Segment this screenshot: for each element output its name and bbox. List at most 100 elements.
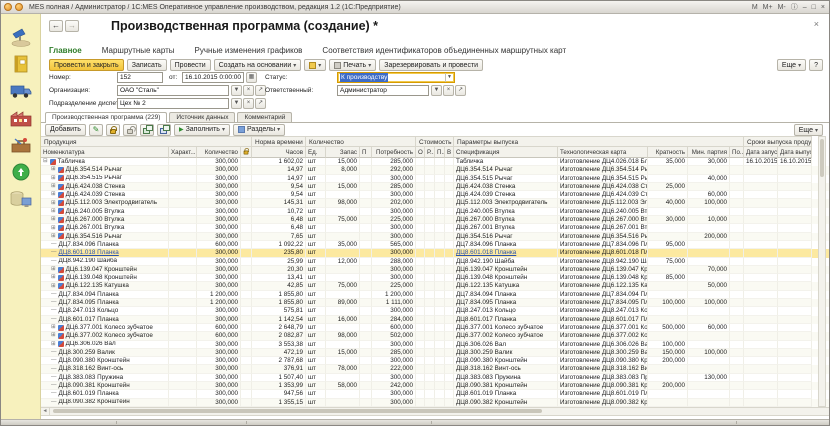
- column-header-spec[interactable]: Спецификация: [454, 147, 558, 158]
- cell-tech[interactable]: Изготовление ДЦ6.267.001 Втулка: [558, 224, 648, 232]
- cell-stock[interactable]: [326, 191, 360, 199]
- scale-m-plus-button[interactable]: M+: [763, 4, 773, 11]
- cell-minb[interactable]: 30,000: [688, 158, 730, 166]
- cell-po[interactable]: [730, 282, 744, 290]
- cell-hours[interactable]: 235,80: [252, 249, 306, 257]
- cell-charact[interactable]: [169, 199, 197, 207]
- cell-launch[interactable]: [744, 191, 778, 199]
- cell-unit[interactable]: шт: [306, 175, 326, 183]
- cell-qty[interactable]: 600,000: [197, 241, 241, 249]
- cell-p[interactable]: [360, 199, 372, 207]
- tree-toggle-icon[interactable]: ⊞: [51, 175, 56, 182]
- cell-demand[interactable]: 202,000: [372, 199, 416, 207]
- cell-po[interactable]: [730, 166, 744, 174]
- cell-cost_v[interactable]: [445, 316, 454, 324]
- cell-lock[interactable]: [241, 191, 252, 199]
- cell-minb[interactable]: [688, 166, 730, 174]
- cell-demand[interactable]: 300,000: [372, 266, 416, 274]
- cell-launch[interactable]: [744, 282, 778, 290]
- cell-qty[interactable]: 300,000: [197, 158, 241, 166]
- back-button[interactable]: ←: [49, 20, 63, 32]
- column-header-tech[interactable]: Технологическая карта: [558, 147, 648, 158]
- table-row[interactable]: ⊞ДЦ6.122.135 Катушка300,00042,85шт75,000…: [41, 282, 829, 290]
- cell-stock[interactable]: 15,000: [326, 349, 360, 357]
- cell-launch[interactable]: [744, 382, 778, 390]
- cell-qty[interactable]: 300,000: [197, 390, 241, 398]
- cell-cost_o[interactable]: [416, 349, 425, 357]
- table-row[interactable]: —ДЦ8.601.018 Планка300,000235,80шт300,00…: [41, 249, 829, 257]
- cell-release[interactable]: [778, 183, 812, 191]
- tree-toggle-icon[interactable]: ⊞: [51, 341, 56, 348]
- print-button[interactable]: Печать▾: [329, 59, 376, 71]
- cell-cost_o[interactable]: [416, 175, 425, 183]
- cell-cost_o[interactable]: [416, 324, 425, 332]
- cell-hours[interactable]: 10,72: [252, 208, 306, 216]
- cell-cost_o[interactable]: [416, 291, 425, 299]
- cell-spec[interactable]: ДЦ8.601.019 Планка: [454, 390, 558, 398]
- cell-po[interactable]: [730, 382, 744, 390]
- cell-cost_r[interactable]: [425, 274, 435, 282]
- cell-lock[interactable]: [241, 199, 252, 207]
- status-field[interactable]: К производству▼: [337, 72, 455, 83]
- table-row[interactable]: ⊞ДЦ6.424.039 Стенка300,0009,54шт300,000Д…: [41, 191, 829, 199]
- more-button-table[interactable]: Еще▾: [794, 124, 823, 136]
- cell-mult[interactable]: [648, 249, 688, 257]
- cell-cost_o[interactable]: [416, 282, 425, 290]
- cell-name[interactable]: —ДЦ8.300.259 Валик: [41, 349, 169, 357]
- cell-hours[interactable]: 1 602,02: [252, 158, 306, 166]
- cell-cost_v[interactable]: [445, 175, 454, 183]
- cell-launch[interactable]: [744, 307, 778, 315]
- cell-cost_r[interactable]: [425, 357, 435, 365]
- cell-p[interactable]: [360, 274, 372, 282]
- cell-name[interactable]: ⊞ДЦ6.267.000 Втулка: [41, 216, 169, 224]
- cell-mult[interactable]: [648, 282, 688, 290]
- cell-po[interactable]: [730, 191, 744, 199]
- cell-hours[interactable]: 9,54: [252, 191, 306, 199]
- table-row[interactable]: ⊞ДЦ6.424.038 Стенка300,0009,54шт15,00028…: [41, 183, 829, 191]
- cell-hours[interactable]: 472,19: [252, 349, 306, 357]
- main-menu-icon[interactable]: [4, 3, 12, 11]
- cell-minb[interactable]: [688, 365, 730, 373]
- cell-name[interactable]: —ДЦ8.383.083 Пружина: [41, 374, 169, 382]
- cell-qty[interactable]: 300,000: [197, 316, 241, 324]
- cell-mult[interactable]: 40,000: [648, 199, 688, 207]
- cell-launch[interactable]: [744, 175, 778, 183]
- cell-po[interactable]: [730, 274, 744, 282]
- cell-cost_r[interactable]: [425, 216, 435, 224]
- cell-mult[interactable]: 30,000: [648, 216, 688, 224]
- cell-mult[interactable]: 35,000: [648, 158, 688, 166]
- cell-charact[interactable]: [169, 282, 197, 290]
- close-form-icon[interactable]: ×: [814, 19, 819, 29]
- column-header-demand[interactable]: Потребность: [372, 147, 416, 158]
- cell-tech[interactable]: Изготовление ДЦ8.318.162 Винт-ось: [558, 365, 648, 373]
- cell-spec[interactable]: ДЦ8.300.259 Валик: [454, 349, 558, 357]
- cell-lock[interactable]: [241, 291, 252, 299]
- cell-mult[interactable]: 100,000: [648, 299, 688, 307]
- cell-cost_o[interactable]: [416, 224, 425, 232]
- add-row-button[interactable]: Добавить: [45, 124, 86, 136]
- cell-po[interactable]: [730, 291, 744, 299]
- documents-binder-icon[interactable]: [8, 53, 34, 75]
- cell-spec[interactable]: ДЦ6.424.038 Стенка: [454, 183, 558, 191]
- cell-cost_p[interactable]: [435, 249, 445, 257]
- cell-name[interactable]: —ДЦ8.601.019 Планка: [41, 390, 169, 398]
- cell-launch[interactable]: [744, 316, 778, 324]
- cell-po[interactable]: [730, 183, 744, 191]
- table-row[interactable]: —ДЦ8.090.381 Кронштейн300,0001 353,99шт5…: [41, 382, 829, 390]
- column-header-qty[interactable]: Количество: [197, 147, 241, 158]
- cell-qty[interactable]: 300,000: [197, 266, 241, 274]
- cell-lock[interactable]: [241, 316, 252, 324]
- cell-name[interactable]: ⊞ДЦ6.377.001 Колесо зубчатое: [41, 324, 169, 332]
- tree-toggle-icon[interactable]: ⊞: [51, 233, 56, 240]
- cell-cost_p[interactable]: [435, 382, 445, 390]
- cell-demand[interactable]: 300,000: [372, 191, 416, 199]
- cell-mult[interactable]: 85,000: [648, 274, 688, 282]
- cell-name[interactable]: —ДЦ8.601.018 Планка: [41, 249, 169, 257]
- column-header-cost_r[interactable]: Р...: [425, 147, 435, 158]
- cell-cost_o[interactable]: [416, 233, 425, 241]
- cell-launch[interactable]: [744, 274, 778, 282]
- cell-qty[interactable]: 300,000: [197, 183, 241, 191]
- cell-name[interactable]: ⊞ДЦ6.354.514 Рычаг: [41, 166, 169, 174]
- column-header-mult[interactable]: Кратность: [648, 147, 688, 158]
- cell-p[interactable]: [360, 282, 372, 290]
